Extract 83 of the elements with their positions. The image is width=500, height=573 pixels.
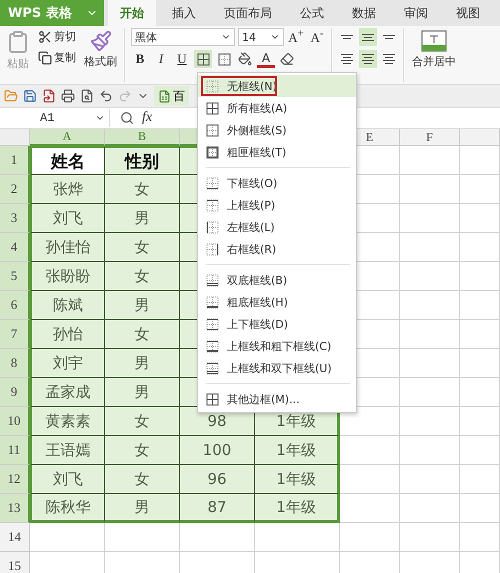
- document-tab[interactable]: 百: [154, 86, 189, 106]
- font-size-field[interactable]: 14: [238, 28, 284, 46]
- grid-cell[interactable]: 女: [105, 175, 180, 204]
- grid-cell[interactable]: 陈斌: [30, 291, 105, 320]
- menu-item[interactable]: 下框线(O): [198, 172, 356, 194]
- row-header[interactable]: 1: [0, 146, 30, 175]
- underline-button[interactable]: U: [173, 50, 191, 68]
- row-header[interactable]: 2: [0, 175, 30, 204]
- grid-cell[interactable]: 孙怡: [30, 320, 105, 349]
- grid-cell[interactable]: 87: [180, 494, 255, 523]
- grid-cell[interactable]: 女: [105, 262, 180, 291]
- row-header[interactable]: 12: [0, 465, 30, 494]
- menu-item[interactable]: 粗底框线(H): [198, 291, 356, 313]
- menu-item[interactable]: 上下框线(D): [198, 313, 356, 335]
- row-header[interactable]: 4: [0, 233, 30, 262]
- row-header[interactable]: 6: [0, 291, 30, 320]
- row-header[interactable]: 10: [0, 407, 30, 436]
- active-cell[interactable]: 姓名: [30, 146, 105, 175]
- column-header[interactable]: A: [30, 129, 105, 146]
- grid-cell[interactable]: 刘飞: [30, 465, 105, 494]
- row-header[interactable]: 15: [0, 552, 30, 573]
- row-header[interactable]: 5: [0, 262, 30, 291]
- ribbon-tab[interactable]: 插入: [160, 0, 208, 26]
- bold-button[interactable]: B: [131, 50, 149, 68]
- grid-cell[interactable]: 男: [105, 494, 180, 523]
- cut-button[interactable]: 剪切: [36, 28, 78, 45]
- row-header[interactable]: 14: [0, 523, 30, 552]
- menu-item[interactable]: 上框线和粗下框线(C): [198, 335, 356, 357]
- grid-cell[interactable]: 1年级: [255, 436, 340, 465]
- row-header[interactable]: 9: [0, 378, 30, 407]
- menu-item[interactable]: 其他边框(M)...: [198, 388, 356, 410]
- row-header[interactable]: 8: [0, 349, 30, 378]
- grid-cell[interactable]: 96: [180, 465, 255, 494]
- grid-cell[interactable]: 1年级: [255, 494, 340, 523]
- grid-cell[interactable]: 女: [105, 320, 180, 349]
- grid-cell[interactable]: 张烨: [30, 175, 105, 204]
- row-header[interactable]: 11: [0, 436, 30, 465]
- merge-center-button[interactable]: 合并居中: [410, 28, 458, 82]
- menu-item[interactable]: 双底框线(B): [198, 269, 356, 291]
- menu-item[interactable]: 上框线和双下框线(U): [198, 357, 356, 379]
- grid-cell[interactable]: 张盼盼: [30, 262, 105, 291]
- ribbon-tab[interactable]: 视图: [444, 0, 492, 26]
- italic-button[interactable]: I: [152, 50, 170, 68]
- grid-cell[interactable]: 女: [105, 465, 180, 494]
- grid-cell[interactable]: 男: [105, 291, 180, 320]
- grid-cell[interactable]: 男: [105, 204, 180, 233]
- grow-font-button[interactable]: A$^{+}$: [287, 28, 305, 46]
- row-header[interactable]: 13: [0, 494, 30, 523]
- menu-item[interactable]: 上框线(P): [198, 194, 356, 216]
- grid-cell[interactable]: 黄素素: [30, 407, 105, 436]
- grid-cell[interactable]: 女: [105, 407, 180, 436]
- grid-cell[interactable]: 孙佳怡: [30, 233, 105, 262]
- name-box[interactable]: A1: [0, 109, 110, 127]
- ribbon-tab[interactable]: 开始: [108, 0, 156, 26]
- grid-cell[interactable]: 王语嫣: [30, 436, 105, 465]
- ribbon-tab[interactable]: 数据: [340, 0, 388, 26]
- shrink-font-button[interactable]: A$^{-}$: [308, 28, 326, 46]
- format-painter-button[interactable]: 格式刷: [82, 28, 119, 71]
- grid-cell[interactable]: 刘飞: [30, 204, 105, 233]
- row-header[interactable]: 7: [0, 320, 30, 349]
- grid-cell[interactable]: 100: [180, 436, 255, 465]
- ribbon-tab[interactable]: 页面布局: [212, 0, 284, 26]
- menu-item[interactable]: 右框线(R): [198, 238, 356, 260]
- column-header[interactable]: B: [105, 129, 180, 146]
- grid-cell[interactable]: 性别: [105, 146, 180, 175]
- font-color-button[interactable]: A: [257, 50, 275, 68]
- row-header[interactable]: 3: [0, 204, 30, 233]
- grid-cell[interactable]: 男: [105, 349, 180, 378]
- grid-cell[interactable]: 孟家成: [30, 378, 105, 407]
- column-header[interactable]: F: [400, 129, 460, 146]
- grid-cell[interactable]: 女: [105, 436, 180, 465]
- font-field[interactable]: 黑体: [131, 28, 235, 46]
- grid-cell[interactable]: 男: [105, 378, 180, 407]
- grid-cell[interactable]: 女: [105, 233, 180, 262]
- copy-button[interactable]: 复制: [36, 49, 78, 66]
- grid-cell[interactable]: 陈秋华: [30, 494, 105, 523]
- menu-item[interactable]: 所有框线(A): [198, 97, 356, 119]
- grid-cell[interactable]: 刘宇: [30, 349, 105, 378]
- grid-cell[interactable]: 1年级: [255, 465, 340, 494]
- ribbon-tab[interactable]: 审阅: [392, 0, 440, 26]
- ribbon-tab[interactable]: 公式: [288, 0, 336, 26]
- menu-item[interactable]: 左框线(L): [198, 216, 356, 238]
- function-label[interactable]: fx: [142, 110, 152, 126]
